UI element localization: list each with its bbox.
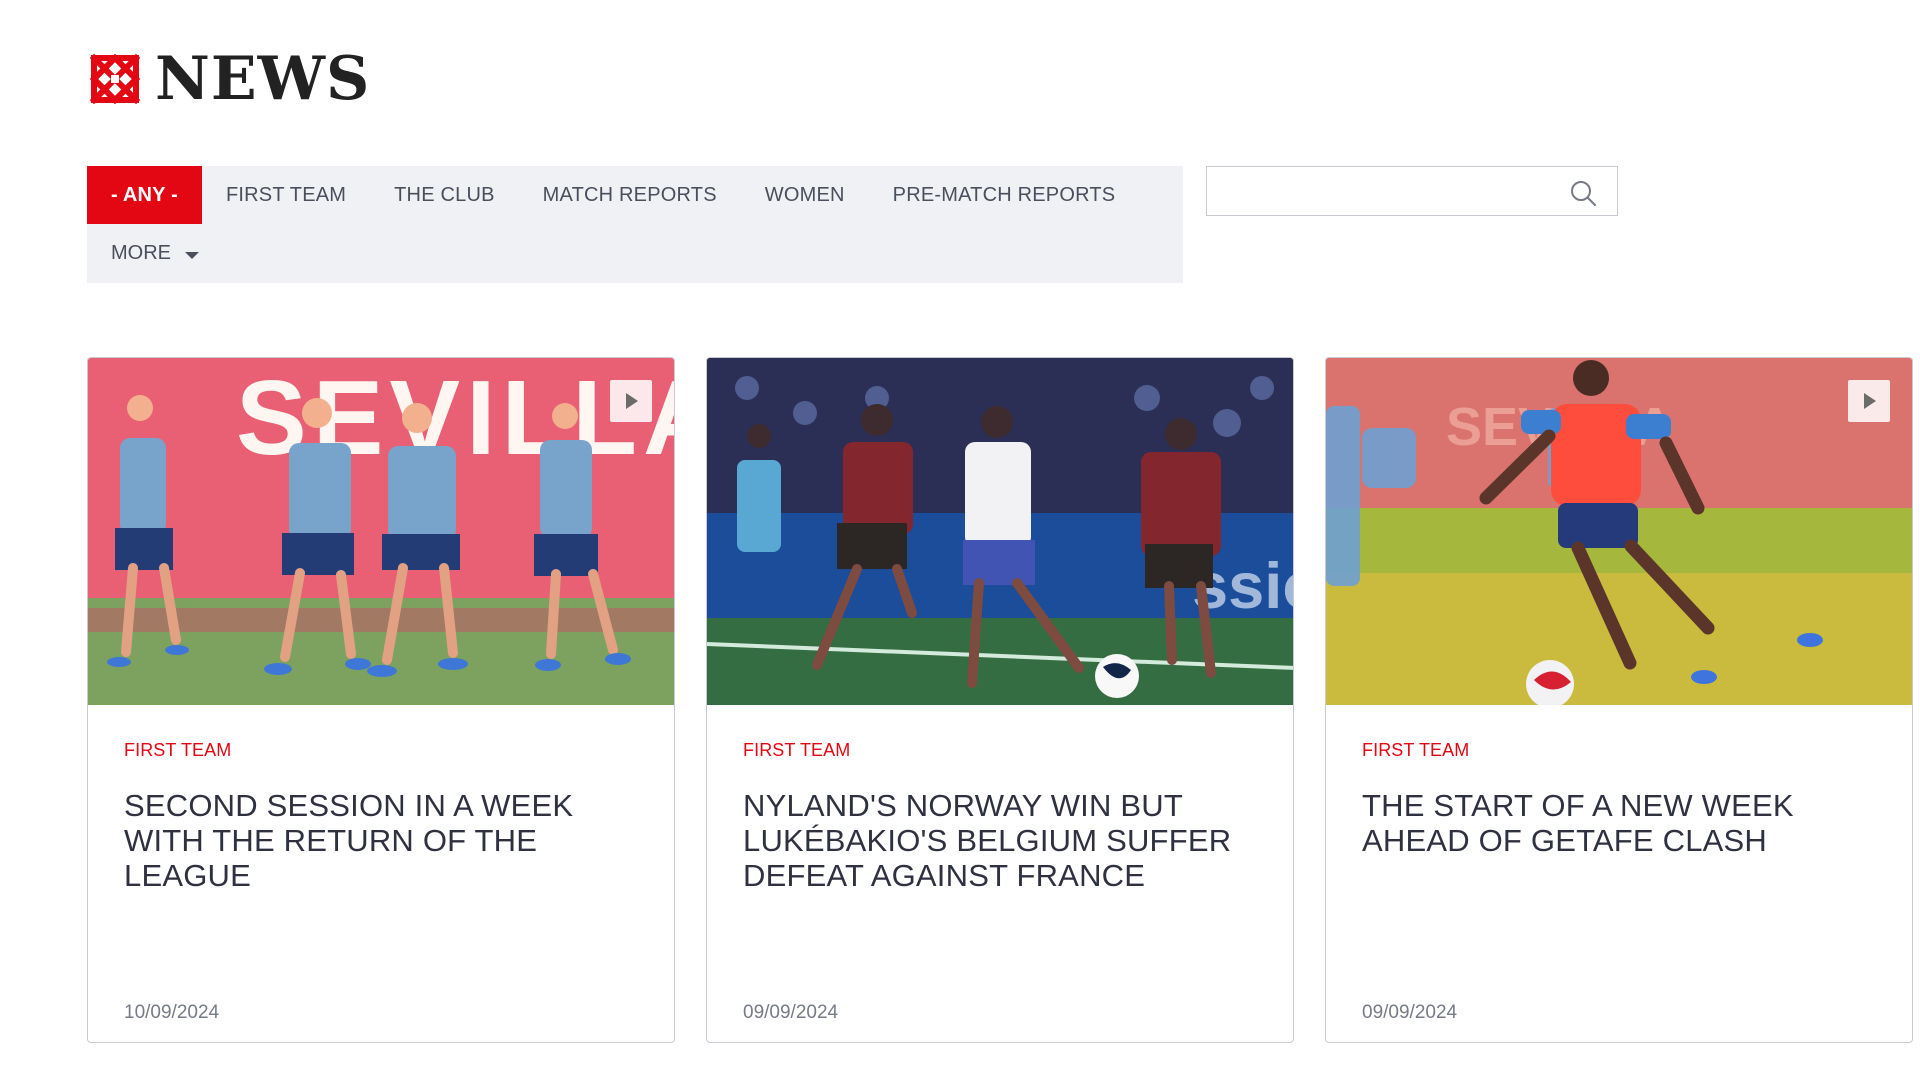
- page-header: NEWS: [87, 44, 370, 114]
- card-body: FIRST TEAM SECOND SESSION IN A WEEK WITH…: [124, 740, 640, 1042]
- sevilla-knot-icon: [89, 53, 141, 105]
- card-body: FIRST TEAM THE START OF A NEW WEEK AHEAD…: [1362, 740, 1878, 1042]
- news-card[interactable]: ssion FIRST TEAM NYLAND'S NORWAY: [706, 357, 1294, 1043]
- category-label[interactable]: FIRST TEAM: [1362, 740, 1878, 761]
- more-filters-label: MORE: [111, 241, 171, 264]
- news-filter-bar: - ANY - FIRST TEAM THE CLUB MATCH REPORT…: [87, 166, 1183, 283]
- filter-pre-match-reports[interactable]: PRE-MATCH REPORTS: [869, 166, 1140, 224]
- news-card[interactable]: SEVILLA: [87, 357, 675, 1043]
- filter-the-club[interactable]: THE CLUB: [370, 166, 519, 224]
- play-icon[interactable]: [1848, 380, 1890, 422]
- publish-date: 09/09/2024: [743, 1002, 839, 1023]
- filter-match-reports[interactable]: MATCH REPORTS: [519, 166, 741, 224]
- search-icon[interactable]: [1569, 179, 1597, 207]
- news-headline[interactable]: THE START OF A NEW WEEK AHEAD OF GETAFE …: [1362, 788, 1878, 858]
- publish-date: 09/09/2024: [1362, 1002, 1458, 1023]
- news-page: NEWS - ANY - FIRST TEAM THE CLUB MATCH R…: [0, 0, 1920, 1080]
- training-photo-image: SEVILLA: [88, 358, 674, 705]
- search-input[interactable]: [1207, 167, 1595, 215]
- training-photo-image: SEVILLA: [1326, 358, 1912, 705]
- filter-women[interactable]: WOMEN: [741, 166, 869, 224]
- play-icon[interactable]: [610, 380, 652, 422]
- category-label[interactable]: FIRST TEAM: [124, 740, 640, 761]
- filter-first-team[interactable]: FIRST TEAM: [202, 166, 370, 224]
- card-body: FIRST TEAM NYLAND'S NORWAY WIN BUT LUKÉB…: [743, 740, 1259, 1042]
- more-filters-dropdown[interactable]: MORE: [87, 224, 1183, 282]
- search-box[interactable]: [1206, 166, 1618, 216]
- training-photo[interactable]: SEVILLA: [88, 358, 674, 705]
- news-headline[interactable]: NYLAND'S NORWAY WIN BUT LUKÉBAKIO'S BELG…: [743, 788, 1259, 893]
- publish-date: 10/09/2024: [124, 1002, 220, 1023]
- category-label[interactable]: FIRST TEAM: [743, 740, 1259, 761]
- filter-row: - ANY - FIRST TEAM THE CLUB MATCH REPORT…: [87, 166, 1183, 224]
- filter-any[interactable]: - ANY -: [87, 166, 202, 224]
- training-photo[interactable]: SEVILLA: [1326, 358, 1912, 705]
- page-title: NEWS: [155, 44, 371, 114]
- match-photo-image: ssion: [707, 358, 1293, 705]
- match-photo[interactable]: ssion: [707, 358, 1293, 705]
- news-headline[interactable]: SECOND SESSION IN A WEEK WITH THE RETURN…: [124, 788, 640, 893]
- chevron-down-icon: [185, 251, 199, 259]
- news-card[interactable]: SEVILLA FIRST TEAM: [1325, 357, 1913, 1043]
